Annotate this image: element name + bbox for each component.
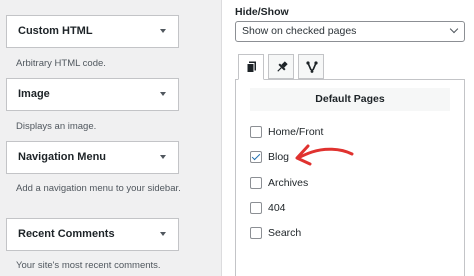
- option-label: Blog: [268, 151, 290, 163]
- caret-down-icon[interactable]: [160, 29, 166, 33]
- widget-navigation-menu[interactable]: Navigation Menu: [6, 141, 179, 174]
- widget-description: Arbitrary HTML code.: [16, 58, 106, 69]
- default-pages-panel: Default Pages Home/Front Blog Archives 4…: [235, 79, 465, 276]
- tab-posts[interactable]: [268, 54, 294, 79]
- widget-description: Displays an image.: [16, 121, 97, 132]
- caret-down-icon[interactable]: [160, 232, 166, 236]
- widget-image[interactable]: Image: [6, 78, 179, 111]
- option-label: Search: [268, 227, 302, 239]
- widget-title: Navigation Menu: [18, 151, 107, 163]
- widget-custom-html[interactable]: Custom HTML: [6, 15, 179, 48]
- option-label: 404: [268, 202, 286, 214]
- option-label: Archives: [268, 177, 309, 189]
- widget-description: Your site's most recent comments.: [16, 260, 161, 271]
- widget-recent-comments[interactable]: Recent Comments: [6, 218, 179, 251]
- page-icon: [246, 61, 256, 73]
- caret-down-icon[interactable]: [160, 92, 166, 96]
- widgets-list: Custom HTML Arbitrary HTML code. Image D…: [0, 0, 200, 276]
- caret-down-icon[interactable]: [160, 155, 166, 159]
- hide-show-label: Hide/Show: [235, 6, 289, 18]
- tab-pages[interactable]: [238, 54, 264, 80]
- branch-icon: [306, 61, 318, 73]
- hide-show-select[interactable]: Show on checked pages: [235, 21, 465, 42]
- select-value: Show on checked pages: [242, 25, 357, 37]
- widget-description: Add a navigation menu to your sidebar.: [16, 183, 181, 194]
- option-label: Home/Front: [268, 126, 324, 138]
- widget-title: Custom HTML: [18, 25, 93, 37]
- checkbox[interactable]: [250, 202, 262, 214]
- annotation-arrow-icon: [295, 144, 354, 166]
- widget-title: Recent Comments: [18, 228, 115, 240]
- chevron-down-icon: [449, 24, 459, 34]
- checkbox[interactable]: [250, 227, 262, 239]
- widget-title: Image: [18, 88, 50, 100]
- panel-title: Default Pages: [250, 88, 450, 111]
- checkbox-checked[interactable]: [250, 151, 262, 163]
- tab-taxonomies[interactable]: [298, 54, 324, 79]
- pin-icon: [277, 61, 288, 72]
- checkbox[interactable]: [250, 126, 262, 138]
- checkbox[interactable]: [250, 177, 262, 189]
